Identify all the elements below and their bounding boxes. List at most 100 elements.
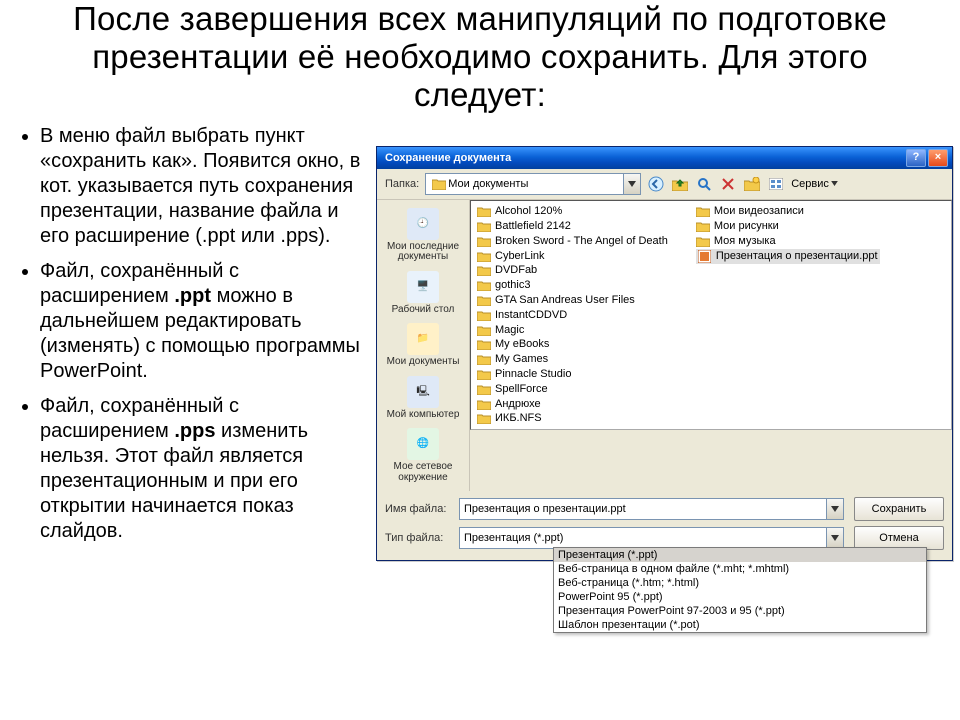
folder-icon <box>477 250 491 262</box>
filename-label: Имя файла: <box>385 503 449 515</box>
filetype-options-list[interactable]: Презентация (*.ppt)Веб-страница в одном … <box>553 547 927 633</box>
folder-item[interactable]: Андрюхе <box>477 396 668 411</box>
ppt-file-icon <box>698 250 712 262</box>
chevron-down-icon <box>831 181 838 186</box>
folder-item[interactable]: gothic3 <box>477 278 668 293</box>
help-button[interactable]: ? <box>906 149 926 167</box>
filename-input[interactable]: Презентация о презентации.ppt <box>459 498 844 520</box>
file-name: My Games <box>495 353 548 365</box>
folder-item[interactable]: Magic <box>477 322 668 337</box>
folder-icon <box>477 398 491 410</box>
place-my-documents[interactable]: 📁 Мои документы <box>377 319 469 372</box>
close-button[interactable]: × <box>928 149 948 167</box>
recent-icon: 🕘 <box>417 219 429 230</box>
dialog-body: 🕘 Мои последние документы 🖥️ Рабочий сто… <box>377 200 952 492</box>
place-desktop[interactable]: 🖥️ Рабочий стол <box>377 267 469 320</box>
file-item-ppt[interactable]: Презентация о презентации.ppt <box>696 249 880 264</box>
folder-item[interactable]: My Games <box>477 352 668 367</box>
help-icon: ? <box>913 151 920 163</box>
folder-item[interactable]: Моя музыка <box>696 234 880 249</box>
file-name: Magic <box>495 324 524 336</box>
folder-icon <box>477 309 491 321</box>
delete-icon[interactable] <box>719 175 737 193</box>
up-one-level-icon[interactable] <box>671 175 689 193</box>
dropdown-button[interactable] <box>826 528 843 548</box>
search-icon[interactable] <box>695 175 713 193</box>
filetype-option[interactable]: Шаблон презентации (*.pot) <box>554 618 926 632</box>
place-label: Мое сетевое окружение <box>379 462 467 483</box>
file-name: Pinnacle Studio <box>495 368 571 380</box>
folder-item[interactable]: My eBooks <box>477 337 668 352</box>
file-name: Презентация о презентации.ppt <box>716 250 878 262</box>
bullet-bold: .ppt <box>174 285 211 307</box>
place-label: Мой компьютер <box>387 410 460 421</box>
folder-item[interactable]: CyberLink <box>477 248 668 263</box>
folder-item[interactable]: SpellForce <box>477 381 668 396</box>
place-label: Рабочий стол <box>392 305 455 316</box>
filetype-option[interactable]: Веб-страница в одном файле (*.mht; *.mht… <box>554 562 926 576</box>
place-network[interactable]: 🌐 Мое сетевое окружение <box>377 424 469 487</box>
file-name: Battlefield 2142 <box>495 220 571 232</box>
folder-name: Мои документы <box>448 178 528 190</box>
folder-icon <box>477 412 491 424</box>
bullet-text: В меню файл выбрать пункт «сохранить как… <box>40 125 360 247</box>
file-name: SpellForce <box>495 383 548 395</box>
folder-item[interactable]: Alcohol 120% <box>477 204 668 219</box>
save-button[interactable]: Сохранить <box>854 497 944 521</box>
folder-icon <box>477 368 491 380</box>
chevron-down-icon <box>831 535 839 541</box>
folder-label: Папка: <box>385 178 419 190</box>
folder-icon <box>477 383 491 395</box>
tools-menu[interactable]: Сервис <box>791 178 838 190</box>
back-icon[interactable] <box>647 175 665 193</box>
file-name: Моя музыка <box>714 235 776 247</box>
folder-item[interactable]: ИКБ.NFS <box>477 411 668 426</box>
folder-icon <box>477 294 491 306</box>
views-icon[interactable] <box>767 175 785 193</box>
filetype-option[interactable]: Презентация PowerPoint 97-2003 и 95 (*.p… <box>554 604 926 618</box>
file-name: Мои видеозаписи <box>714 205 804 217</box>
my-documents-icon: 📁 <box>417 334 429 345</box>
folder-item[interactable]: GTA San Andreas User Files <box>477 293 668 308</box>
save-button-label: Сохранить <box>872 503 927 515</box>
save-as-dialog: Сохранение документа ? × Папка: Мои доку… <box>376 146 953 562</box>
folder-icon <box>477 264 491 276</box>
place-my-computer[interactable]: 🖳 Мой компьютер <box>377 372 469 425</box>
folder-icon <box>477 205 491 217</box>
folder-item[interactable]: Pinnacle Studio <box>477 367 668 382</box>
folder-dropdown[interactable]: Мои документы <box>425 173 641 195</box>
folder-item[interactable]: Мои рисунки <box>696 219 880 234</box>
folder-icon <box>477 279 491 291</box>
file-name: ИКБ.NFS <box>495 412 542 424</box>
dropdown-button[interactable] <box>826 499 843 519</box>
location-toolbar: Папка: Мои документы <box>377 169 952 200</box>
new-folder-icon[interactable] <box>743 175 761 193</box>
filetype-dropdown[interactable]: Презентация (*.ppt) <box>459 527 844 549</box>
filetype-option[interactable]: Веб-страница (*.htm; *.html) <box>554 576 926 590</box>
cancel-button-label: Отмена <box>879 532 918 544</box>
folder-item[interactable]: Broken Sword - The Angel of Death <box>477 233 668 248</box>
filetype-option[interactable]: PowerPoint 95 (*.ppt) <box>554 590 926 604</box>
filename-value: Презентация о презентации.ppt <box>464 503 626 515</box>
my-computer-icon: 🖳 <box>416 387 429 398</box>
tools-label: Сервис <box>791 178 829 190</box>
close-icon: × <box>935 151 941 163</box>
dropdown-button[interactable] <box>623 174 640 194</box>
places-bar: 🕘 Мои последние документы 🖥️ Рабочий сто… <box>377 200 470 492</box>
place-recent[interactable]: 🕘 Мои последние документы <box>377 204 469 267</box>
folder-item[interactable]: InstantCDDVD <box>477 307 668 322</box>
file-listing[interactable]: Alcohol 120%Battlefield 2142Broken Sword… <box>470 200 952 430</box>
folder-icon <box>477 235 491 247</box>
file-name: CyberLink <box>495 250 545 262</box>
folder-icon <box>477 353 491 365</box>
folder-icon <box>477 324 491 336</box>
place-label: Мои последние документы <box>379 242 467 263</box>
folder-item[interactable]: Мои видеозаписи <box>696 204 880 219</box>
folder-icon <box>477 220 491 232</box>
folder-item[interactable]: DVDFab <box>477 263 668 278</box>
folder-icon <box>696 205 710 217</box>
file-name: Андрюхе <box>495 398 541 410</box>
dialog-titlebar[interactable]: Сохранение документа ? × <box>377 147 952 169</box>
folder-item[interactable]: Battlefield 2142 <box>477 219 668 234</box>
filetype-option[interactable]: Презентация (*.ppt) <box>554 548 926 562</box>
